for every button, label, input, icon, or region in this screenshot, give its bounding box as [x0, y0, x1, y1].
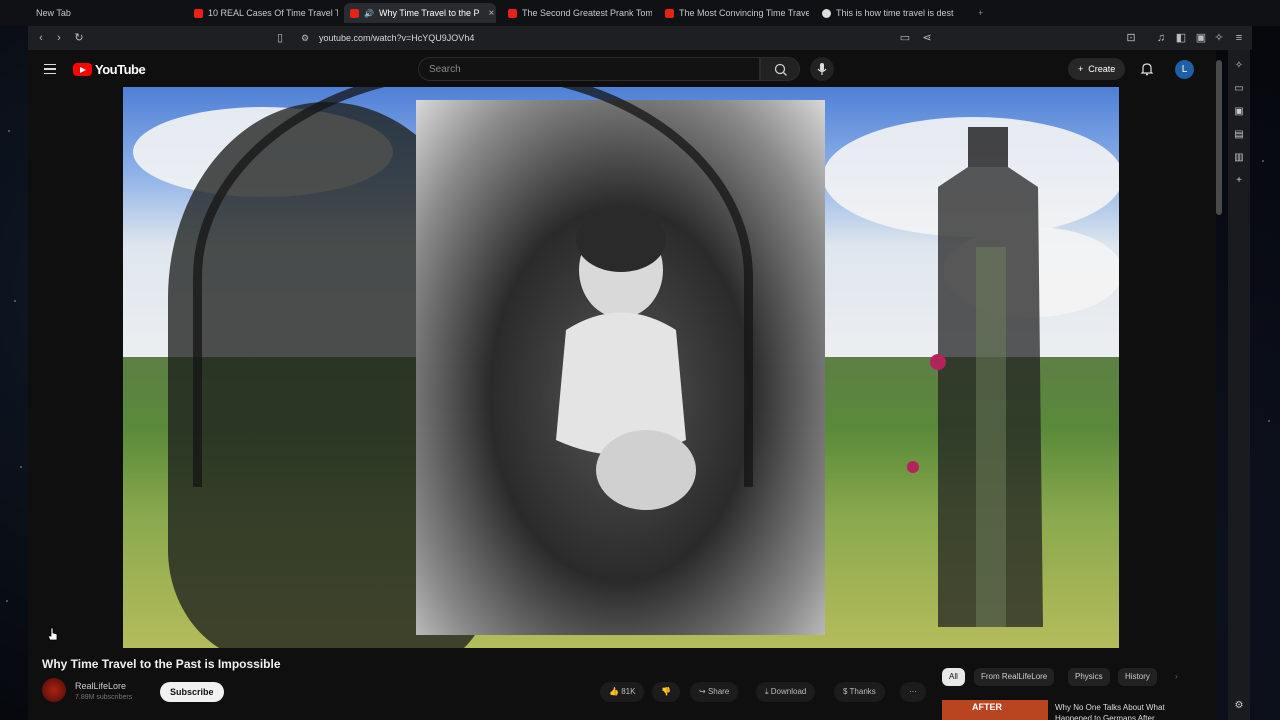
share-icon: ↪ — [699, 687, 708, 696]
share-label: Share — [707, 687, 730, 696]
cast-icon[interactable]: ▭ — [898, 31, 912, 45]
wallet-icon[interactable]: ▣ — [1194, 31, 1208, 45]
thumbs-down-icon: 👎 — [661, 687, 671, 696]
back-icon[interactable]: ‹ — [34, 31, 48, 45]
recommendation-title[interactable]: Why No One Talks About What Happened to … — [1055, 702, 1185, 720]
search-icon — [774, 63, 787, 76]
tab-prank[interactable]: The Second Greatest Prank Tom — [502, 3, 652, 23]
reload-icon[interactable]: ↻ — [72, 31, 86, 45]
browser-tab-strip: New Tab 10 REAL Cases Of Time Travel Th … — [0, 0, 1280, 26]
download-button[interactable]: ⤓ Download — [756, 682, 816, 702]
youtube-icon — [350, 8, 359, 18]
youtube-logo[interactable]: YouTube — [73, 62, 146, 77]
video-title: Why Time Travel to the Past is Impossibl… — [42, 657, 281, 671]
chip-history[interactable]: History — [1118, 668, 1157, 686]
ai-icon[interactable]: ✧ — [1212, 31, 1226, 45]
bookmark-icon[interactable]: ▯ — [273, 31, 287, 45]
chip-physics[interactable]: Physics — [1068, 668, 1110, 686]
share-button[interactable]: ↪ Share — [690, 682, 739, 702]
youtube-icon — [665, 8, 674, 18]
reading-list-icon[interactable]: ▥ — [1233, 152, 1245, 164]
tab-convincing[interactable]: The Most Convincing Time Trave — [659, 3, 809, 23]
star — [6, 600, 8, 602]
chevron-right-icon[interactable]: › — [1168, 668, 1185, 686]
youtube-header: YouTube Search + Create L — [28, 50, 1216, 88]
chip-all[interactable]: All — [942, 668, 965, 686]
download-label: Download — [770, 687, 807, 696]
create-label: Create — [1088, 64, 1116, 74]
channel-avatar[interactable] — [42, 678, 66, 702]
sidebar-icon[interactable]: ◧ — [1174, 31, 1188, 45]
star — [1268, 420, 1270, 422]
ai-assistant-icon[interactable]: ✧ — [1233, 60, 1245, 72]
thumbnail-text: AFTER — [972, 702, 1002, 712]
tab-label: This is how time travel is dest — [836, 8, 954, 18]
address-bar[interactable]: youtube.com/watch?v=HcYQU9JOVh4 — [319, 33, 474, 43]
plus-icon: + — [1078, 64, 1084, 74]
music-icon[interactable]: ♫ — [1154, 31, 1168, 45]
tab-label: New Tab — [36, 8, 71, 18]
youtube-icon — [194, 8, 203, 18]
tab-destroyed[interactable]: This is how time travel is dest — [816, 3, 966, 23]
tab-why-time-travel[interactable]: 🔊 Why Time Travel to the P × — [344, 3, 496, 23]
forward-icon[interactable]: › — [52, 31, 66, 45]
globe-icon — [822, 8, 831, 18]
thanks-button[interactable]: $ Thanks — [834, 682, 885, 702]
new-tab-button[interactable]: + — [972, 3, 992, 23]
notifications-bell-icon[interactable] — [1140, 62, 1154, 76]
microphone-icon — [817, 63, 827, 75]
menu-icon[interactable]: ≡ — [1232, 31, 1246, 45]
tab-time-travel-cases[interactable]: 10 REAL Cases Of Time Travel Th — [188, 3, 338, 23]
tab-label: Why Time Travel to the P — [378, 8, 480, 18]
mouse-pointer-icon — [47, 627, 58, 641]
browser-side-panel: ✧ ▭ ▣ ▤ ▥ + ⚙ — [1228, 50, 1250, 720]
recommendation-thumbnail[interactable]: AFTER — [942, 700, 1048, 720]
dark-frame-silhouette — [907, 127, 1043, 627]
share-icon[interactable]: ⋖ — [920, 31, 934, 45]
media-icon[interactable]: ▭ — [1233, 83, 1245, 95]
settings-gear-icon[interactable]: ⚙ — [1233, 700, 1245, 712]
video-player[interactable] — [123, 87, 1119, 648]
like-count: 81K — [621, 687, 636, 696]
headphone-silhouette — [193, 87, 753, 487]
youtube-page: YouTube Search + Create L Why Time Trave… — [28, 50, 1216, 720]
dislike-button[interactable]: 👎 — [652, 682, 680, 702]
account-avatar[interactable]: L — [1175, 60, 1194, 79]
add-panel-icon[interactable]: + — [1233, 175, 1245, 187]
youtube-logo-text: YouTube — [95, 62, 146, 77]
star — [8, 130, 10, 132]
thanks-label: Thanks — [849, 687, 876, 696]
subscriber-count: 7.89M subscribers — [75, 694, 133, 701]
like-button[interactable]: 👍 81K — [600, 682, 645, 702]
thumbs-up-icon: 👍 — [609, 687, 622, 696]
voice-search-button[interactable] — [810, 57, 834, 81]
tab-label: 10 REAL Cases Of Time Travel Th — [208, 8, 338, 18]
site-info-icon[interactable]: ⚙ — [298, 31, 312, 45]
more-actions-button[interactable]: ··· — [900, 682, 926, 702]
channel-name[interactable]: RealLifeLore — [75, 681, 126, 691]
subscribe-button[interactable]: Subscribe — [160, 682, 224, 702]
page-scrollbar[interactable] — [1216, 60, 1222, 215]
tab-label: The Most Convincing Time Trave — [679, 8, 809, 18]
notes-icon[interactable]: ▤ — [1233, 129, 1245, 141]
browser-toolbar: ‹ › ↻ ▯ ⚙ youtube.com/watch?v=HcYQU9JOVh… — [28, 26, 1252, 50]
chip-from-channel[interactable]: From RealLifeLore — [974, 668, 1055, 686]
hamburger-menu-icon[interactable] — [44, 64, 56, 74]
close-icon[interactable]: × — [489, 8, 495, 19]
create-button[interactable]: + Create — [1068, 58, 1126, 80]
tab-new-tab[interactable]: New Tab — [30, 3, 170, 23]
star — [1262, 160, 1264, 162]
search-input[interactable]: Search — [418, 57, 760, 81]
youtube-icon — [508, 8, 517, 18]
screenshot-icon[interactable]: ⊡ — [1124, 31, 1138, 45]
star — [20, 466, 22, 468]
wallet-icon[interactable]: ▣ — [1233, 106, 1245, 118]
youtube-play-icon — [73, 63, 92, 76]
speaker-icon: 🔊 — [364, 8, 374, 18]
star — [14, 300, 16, 302]
tab-label: The Second Greatest Prank Tom — [522, 8, 652, 18]
search-button[interactable] — [760, 57, 800, 81]
